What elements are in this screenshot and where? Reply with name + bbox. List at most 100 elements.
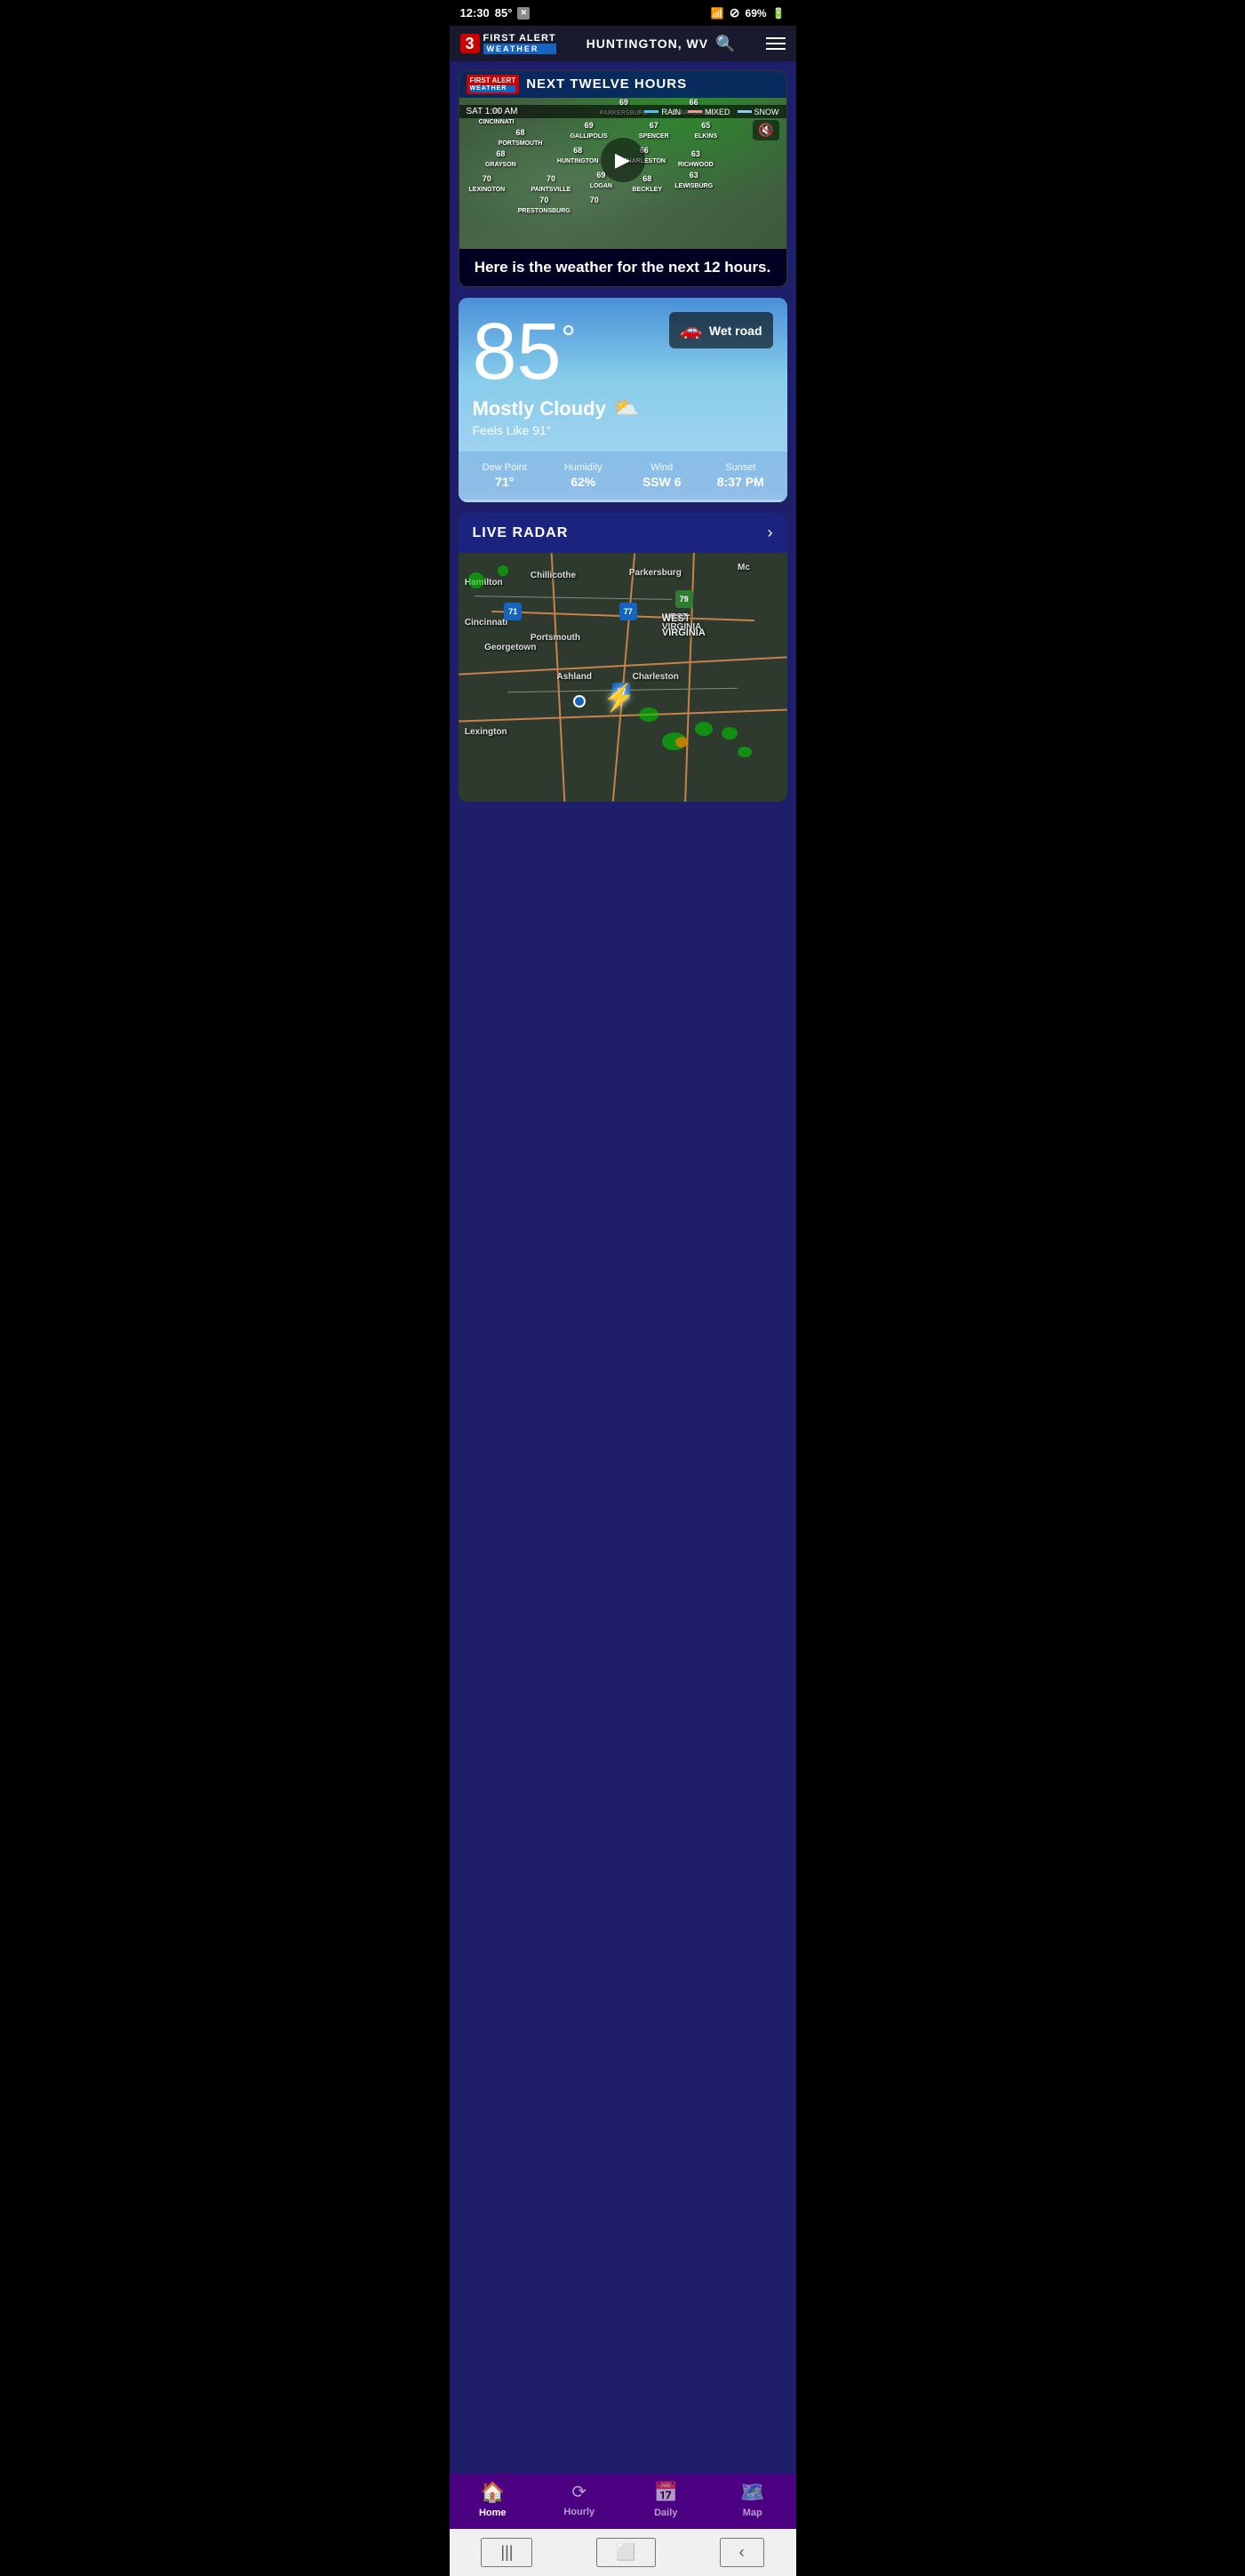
first-alert-label: FIRST ALERT	[483, 33, 556, 44]
recent-apps-button[interactable]: |||	[481, 2538, 532, 2567]
video-frame[interactable]: 69CINCINNATI 69PARKERSBURG 66CLARKSBURG …	[459, 71, 786, 249]
map-icon: 🗺️	[740, 2481, 764, 2504]
wet-road-icon: 🚗	[680, 319, 702, 341]
temp-grayson: 68GRAYSON	[485, 149, 516, 169]
video-caption: Here is the weather for the next 12 hour…	[459, 249, 786, 286]
battery-percent: 69%	[746, 7, 767, 20]
weather-card: 85 ° 🚗 Wet road Mostly Cloudy ⛅ Feels Li…	[459, 298, 787, 502]
highway-79: 79	[675, 590, 693, 608]
dewpoint-value: 71°	[466, 475, 545, 489]
city-portsmouth: Portsmouth	[531, 633, 580, 643]
mute-button[interactable]: 🔇	[753, 120, 778, 140]
radar-dot-2	[498, 565, 508, 576]
temp-number: 85	[473, 312, 562, 392]
temp-richwood: 63RICHWOOD	[678, 149, 714, 169]
nav-hourly[interactable]: ⟳ Hourly	[536, 2481, 623, 2518]
city-cincinnati: Cincinnati	[465, 618, 507, 628]
home-button[interactable]: ⬜	[596, 2538, 655, 2567]
highway-71: 71	[504, 603, 522, 620]
radar-dot-3	[639, 708, 658, 722]
stat-humidity: Humidity 62%	[544, 462, 623, 489]
city-charleston: Charleston	[633, 672, 679, 682]
logo-container: 3 FIRST ALERT WEATHER	[460, 33, 556, 54]
stat-sunset: Sunset 8:37 PM	[701, 462, 780, 489]
nav-map[interactable]: 🗺️ Map	[709, 2481, 796, 2518]
home-icon: 🏠	[481, 2481, 505, 2504]
menu-line-2	[766, 43, 786, 44]
city-lexington: Lexington	[465, 727, 507, 737]
location-display: HUNTINGTON, WV 🔍	[587, 35, 736, 53]
map-background: Hamilton Chillicothe Parkersburg Mc Cinc…	[459, 553, 787, 802]
temp-huntington: 68HUNTINGTON	[557, 146, 599, 165]
wifi-icon: 📶	[711, 7, 724, 20]
hourly-icon: ⟳	[571, 2481, 587, 2503]
city-chillicothe: Chillicothe	[531, 571, 576, 580]
wind-value: SSW 6	[623, 475, 702, 489]
temp-prestonsburg: 70PRESTONSBURG	[518, 196, 571, 215]
highway-77-1: 77	[619, 603, 637, 620]
nav-home[interactable]: 🏠 Home	[450, 2481, 537, 2518]
video-time: SAT 1:00 AM	[467, 107, 518, 116]
nav-daily[interactable]: 📅 Daily	[623, 2481, 710, 2518]
humidity-value: 62%	[544, 475, 623, 489]
logo-text: FIRST ALERT WEATHER	[483, 33, 556, 54]
sunset-label: Sunset	[701, 462, 780, 473]
current-location-dot	[573, 695, 586, 708]
channel-number: 3	[460, 34, 480, 53]
temp-lexington: 70LEXINGTON	[469, 174, 506, 194]
legend-mixed: MIXED	[688, 108, 730, 116]
wind-label: Wind	[623, 462, 702, 473]
city-parkersburg: Parkersburg	[629, 568, 682, 578]
weather-icon: ⛅	[613, 396, 640, 421]
status-bar: 12:30 85° ✕ 📶 ⊘ 69% 🔋	[450, 0, 796, 26]
back-button[interactable]: ‹	[720, 2538, 764, 2567]
lightning-icon: ⚡	[603, 683, 635, 714]
temp-status: 85°	[495, 6, 513, 20]
first-alert-badge: FIRST ALERTWEATHER	[467, 75, 520, 94]
daily-label: Daily	[654, 2508, 677, 2518]
temp-spencer: 67SPENCER	[639, 121, 669, 140]
legend-rain: RAIN	[644, 108, 681, 116]
radar-dot-orange	[675, 737, 688, 748]
city-mc: Mc	[738, 563, 750, 572]
map-label: Map	[743, 2508, 762, 2518]
wet-road-badge: 🚗 Wet road	[669, 312, 773, 348]
radar-map[interactable]: Hamilton Chillicothe Parkersburg Mc Cinc…	[459, 553, 787, 802]
temp-beckley: 68BECKLEY	[633, 174, 662, 194]
weather-stats: Dew Point 71° Humidity 62% Wind SSW 6 Su…	[459, 452, 787, 500]
hourly-label: Hourly	[563, 2507, 595, 2517]
daily-icon: 📅	[654, 2481, 678, 2504]
status-left: 12:30 85° ✕	[460, 6, 531, 20]
road-network	[459, 553, 787, 802]
radar-header[interactable]: LIVE RADAR ›	[459, 513, 787, 553]
weather-main: 85 ° 🚗 Wet road Mostly Cloudy ⛅ Feels Li…	[459, 298, 787, 452]
menu-line-3	[766, 48, 786, 50]
radar-arrow-icon: ›	[768, 524, 773, 542]
humidity-label: Humidity	[544, 462, 623, 473]
video-banner: FIRST ALERTWEATHER NEXT TWELVE HOURS	[459, 71, 786, 98]
search-button[interactable]: 🔍	[715, 35, 735, 53]
time-display: 12:30	[460, 6, 490, 20]
stat-wind: Wind SSW 6	[623, 462, 702, 489]
bottom-nav: 🏠 Home ⟳ Hourly 📅 Daily 🗺️ Map	[450, 2474, 796, 2529]
temp-lewisburg: 63LEWISBURG	[674, 171, 713, 190]
temp-elkins: 65ELKINS	[694, 121, 717, 140]
city-georgetown: Georgetown	[484, 643, 536, 652]
radar-dot-6	[722, 727, 738, 740]
menu-button[interactable]	[766, 37, 786, 50]
city-ashland: Ashland	[557, 672, 592, 682]
legend: RAIN MIXED SNOW	[644, 108, 778, 116]
temp-degree: °	[562, 321, 576, 356]
stat-dewpoint: Dew Point 71°	[466, 462, 545, 489]
radar-title: LIVE RADAR	[473, 525, 569, 541]
video-card: 69CINCINNATI 69PARKERSBURG 66CLARKSBURG …	[459, 70, 787, 287]
play-button[interactable]: ▶	[601, 138, 645, 182]
temp-paintsville: 70PAINTSVILLE	[531, 174, 571, 194]
legend-snow: SNOW	[738, 108, 779, 116]
status-right: 📶 ⊘ 69% 🔋	[711, 5, 786, 20]
battery-icon: 🔋	[772, 7, 786, 20]
main-content: 69CINCINNATI 69PARKERSBURG 66CLARKSBURG …	[450, 61, 796, 2474]
radar-dot-1	[468, 572, 484, 588]
radar-card: LIVE RADAR ›	[459, 513, 787, 802]
weather-description: Mostly Cloudy ⛅	[473, 396, 773, 421]
